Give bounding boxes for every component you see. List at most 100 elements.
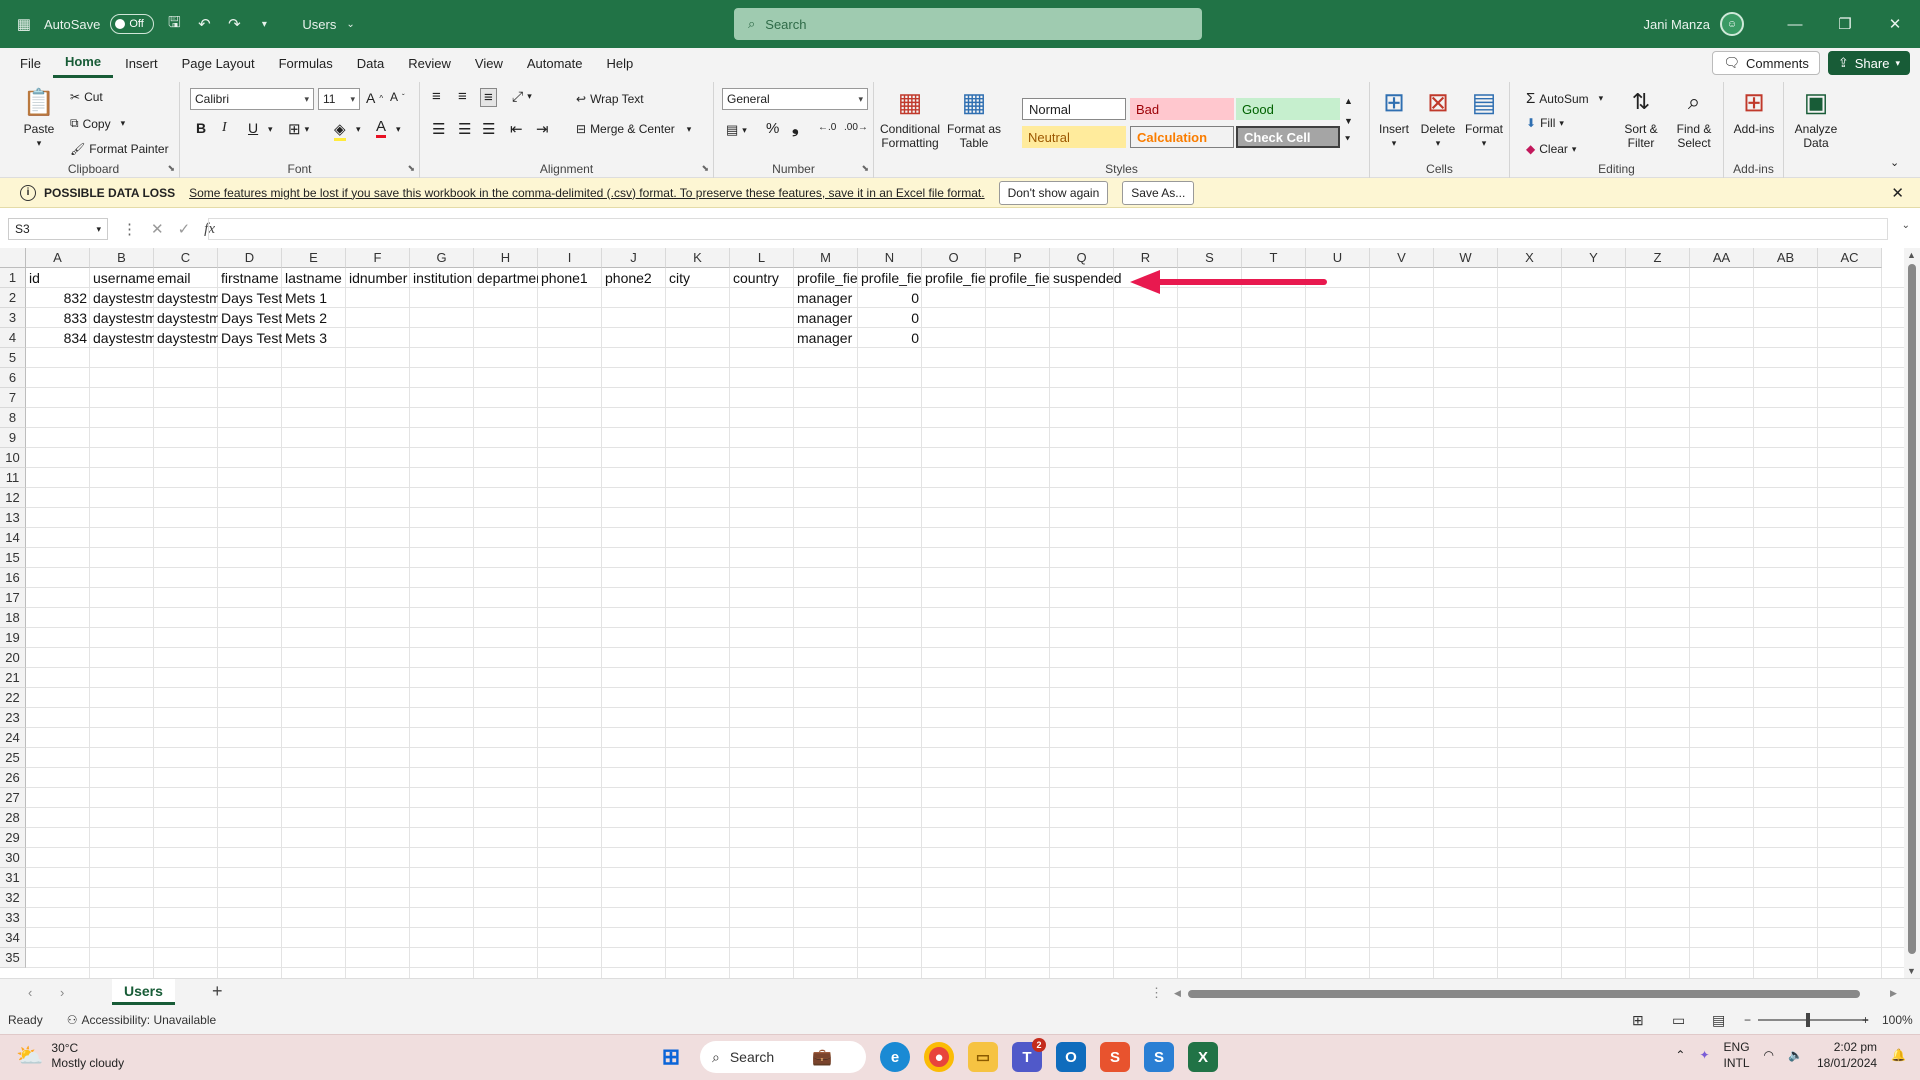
row-header-20[interactable]: 20 xyxy=(0,648,26,668)
row-header-27[interactable]: 27 xyxy=(0,788,26,808)
horizontal-scroll-thumb[interactable] xyxy=(1188,990,1860,998)
tab-review[interactable]: Review xyxy=(396,48,463,78)
font-color-dropdown-icon[interactable]: ▾ xyxy=(396,124,401,135)
column-header-i[interactable]: I xyxy=(538,248,602,268)
column-header-v[interactable]: V xyxy=(1370,248,1434,268)
column-header-q[interactable]: Q xyxy=(1050,248,1114,268)
style-normal[interactable]: Normal xyxy=(1022,98,1126,120)
dialog-launcher-icon[interactable]: ⬊ xyxy=(701,163,709,174)
save-as-button[interactable]: Save As... xyxy=(1122,180,1195,205)
column-header-ac[interactable]: AC xyxy=(1818,248,1882,268)
style-good[interactable]: Good xyxy=(1236,98,1340,120)
chrome-icon[interactable]: ● xyxy=(924,1042,954,1072)
close-icon[interactable]: ✕ xyxy=(1891,184,1904,202)
row-header-26[interactable]: 26 xyxy=(0,768,26,788)
align-center-icon[interactable]: ☰ xyxy=(458,120,471,138)
align-top-icon[interactable]: ≡ xyxy=(432,88,441,105)
percent-icon[interactable]: % xyxy=(766,120,779,137)
tab-file[interactable]: File xyxy=(8,48,53,78)
cell-n1[interactable]: profile_field xyxy=(858,268,922,288)
cell-b4[interactable]: daystestmets3 xyxy=(90,328,154,348)
vertical-scrollbar[interactable]: ▲ ▼ xyxy=(1904,248,1920,978)
volume-icon[interactable]: 🔈 xyxy=(1788,1048,1803,1062)
tab-automate[interactable]: Automate xyxy=(515,48,595,78)
minimize-button[interactable]: — xyxy=(1770,0,1820,48)
vertical-scroll-thumb[interactable] xyxy=(1908,264,1916,954)
cell-c2[interactable]: daystestmets1 xyxy=(154,288,218,308)
column-header-m[interactable]: M xyxy=(794,248,858,268)
format-as-table-button[interactable]: ▦ Format as Table xyxy=(946,86,1002,150)
row-header-1[interactable]: 1 xyxy=(0,268,26,288)
chevron-down-icon[interactable]: ⌄ xyxy=(346,19,354,30)
cell-a1[interactable]: id xyxy=(26,268,90,288)
sheet-tab-users[interactable]: Users xyxy=(112,979,175,1005)
column-header-h[interactable]: H xyxy=(474,248,538,268)
row-header-6[interactable]: 6 xyxy=(0,368,26,388)
analyze-data-button[interactable]: ▣ Analyze Data xyxy=(1790,86,1842,150)
column-header-y[interactable]: Y xyxy=(1562,248,1626,268)
format-button[interactable]: ▤ Format ▾ xyxy=(1462,86,1506,150)
language-indicator[interactable]: ENG INTL xyxy=(1724,1039,1750,1071)
row-header-4[interactable]: 4 xyxy=(0,328,26,348)
zoom-in-icon[interactable]: + xyxy=(1862,1013,1869,1027)
app-s-red-icon[interactable]: S xyxy=(1100,1042,1130,1072)
redo-icon[interactable]: ↷ xyxy=(224,14,244,34)
decrease-font-icon[interactable]: Aˇ xyxy=(390,90,405,104)
scroll-left-icon[interactable]: ◀ xyxy=(1174,988,1181,999)
tab-home[interactable]: Home xyxy=(52,48,114,78)
row-header-21[interactable]: 21 xyxy=(0,668,26,688)
name-box[interactable]: S3 ▾ xyxy=(8,218,108,240)
row-header-14[interactable]: 14 xyxy=(0,528,26,548)
clock[interactable]: 2:02 pm 18/01/2024 xyxy=(1817,1039,1877,1071)
cell-m1[interactable]: profile_field xyxy=(794,268,858,288)
edge-icon[interactable]: e xyxy=(880,1042,910,1072)
save-icon[interactable]: 🖫 xyxy=(164,14,184,34)
accessibility-status[interactable]: Accessibility: Unavailable xyxy=(81,1013,216,1027)
cell-a3[interactable]: 833 xyxy=(26,308,90,328)
avatar[interactable]: ☺ xyxy=(1720,12,1744,36)
row-header-28[interactable]: 28 xyxy=(0,808,26,828)
column-header-j[interactable]: J xyxy=(602,248,666,268)
tab-insert[interactable]: Insert xyxy=(113,48,170,78)
italic-button[interactable]: I xyxy=(222,120,227,136)
align-left-icon[interactable]: ☰ xyxy=(432,120,445,138)
row-header-32[interactable]: 32 xyxy=(0,888,26,908)
row-header-35[interactable]: 35 xyxy=(0,948,26,968)
cell-o1[interactable]: profile_field xyxy=(922,268,986,288)
column-header-d[interactable]: D xyxy=(218,248,282,268)
paste-button[interactable]: 📋 Paste ▾ xyxy=(18,86,60,150)
align-middle-icon[interactable]: ≡ xyxy=(458,88,467,105)
cancel-icon[interactable]: ✕ xyxy=(151,220,164,238)
cell-a4[interactable]: 834 xyxy=(26,328,90,348)
autosave-toggle[interactable]: Off xyxy=(110,14,155,34)
sort-filter-button[interactable]: ⇅ Sort & Filter xyxy=(1618,86,1664,151)
scroll-down-icon[interactable]: ▼ xyxy=(1907,966,1916,976)
cell-l1[interactable]: country xyxy=(730,268,794,288)
column-header-w[interactable]: W xyxy=(1434,248,1498,268)
row-header-17[interactable]: 17 xyxy=(0,588,26,608)
row-header-29[interactable]: 29 xyxy=(0,828,26,848)
row-header-30[interactable]: 30 xyxy=(0,848,26,868)
windows-start-icon[interactable]: ⊞ xyxy=(656,1042,686,1072)
cell-i1[interactable]: phone1 xyxy=(538,268,602,288)
next-sheet-icon[interactable]: › xyxy=(60,985,64,1000)
cell-k1[interactable]: city xyxy=(666,268,730,288)
cell-d1[interactable]: firstname xyxy=(218,268,282,288)
font-name-select[interactable]: Calibri ▾ xyxy=(190,88,314,110)
cell-p1[interactable]: profile_field xyxy=(986,268,1050,288)
normal-view-icon[interactable]: ⊞ xyxy=(1632,1012,1644,1029)
column-header-s[interactable]: S xyxy=(1178,248,1242,268)
fill-color-icon[interactable]: ◈ xyxy=(334,120,346,141)
restore-button[interactable]: ❐ xyxy=(1820,0,1870,48)
column-header-r[interactable]: R xyxy=(1114,248,1178,268)
row-header-7[interactable]: 7 xyxy=(0,388,26,408)
copy-button[interactable]: ⧉ Copy ▾ xyxy=(70,116,125,131)
cell-n2[interactable]: 0 xyxy=(858,288,922,308)
column-header-o[interactable]: O xyxy=(922,248,986,268)
row-header-8[interactable]: 8 xyxy=(0,408,26,428)
orientation-icon[interactable]: ⤢ ▾ xyxy=(512,88,532,105)
styles-scroll-up-icon[interactable]: ▲ xyxy=(1344,96,1353,106)
row-header-3[interactable]: 3 xyxy=(0,308,26,328)
currency-icon[interactable]: ▤ ▾ xyxy=(726,122,747,138)
fill-button[interactable]: ⬇ Fill ▾ xyxy=(1526,116,1564,130)
